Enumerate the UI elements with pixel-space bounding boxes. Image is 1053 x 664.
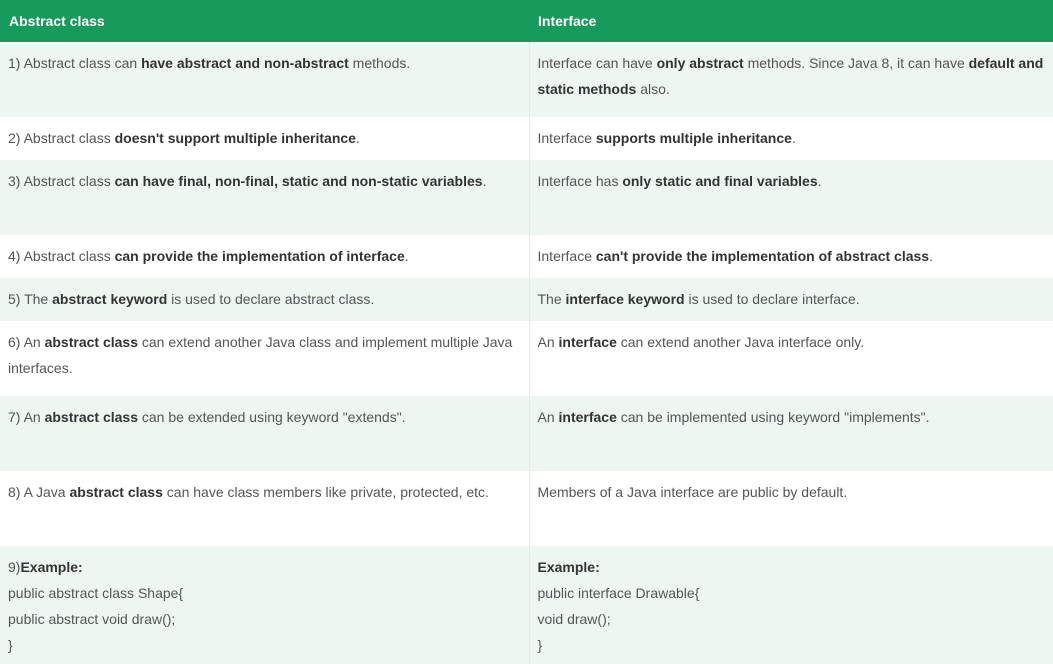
bold-text: abstract class xyxy=(44,334,138,350)
table-row: 8) A Java abstract class can have class … xyxy=(0,471,1053,546)
row-3-abstract-cell: 3) Abstract class can have final, non-fi… xyxy=(0,160,530,235)
bold-text: only static and final variables xyxy=(622,173,818,189)
interface-code-line: void draw(); xyxy=(537,611,611,627)
text: 2) Abstract class xyxy=(8,130,115,146)
text: can be extended using keyword "extends". xyxy=(138,409,406,425)
example-number: 9) xyxy=(8,559,21,575)
header-abstract-class: Abstract class xyxy=(0,0,529,42)
bold-text: have abstract and non-abstract xyxy=(141,55,349,71)
row-9-interface-cell: Example: public interface Drawable{ void… xyxy=(529,546,1053,664)
bold-text: only abstract xyxy=(656,55,744,71)
bold-text: can provide the implementation of interf… xyxy=(114,248,405,264)
row-7-abstract-cell: 7) An abstract class can be extended usi… xyxy=(0,396,530,471)
text: . xyxy=(791,130,796,146)
example-label: Example: xyxy=(20,559,83,575)
text: 7) An xyxy=(8,409,45,425)
table-row: 5) The abstract keyword is used to decla… xyxy=(0,278,1053,321)
row-2-interface-cell: Interface supports multiple inheritance. xyxy=(529,117,1053,160)
table-row: 9)Example: public abstract class Shape{ … xyxy=(0,546,1053,664)
bold-text: interface xyxy=(558,334,617,350)
text: 6) An xyxy=(8,334,45,350)
bold-text: interface xyxy=(558,409,617,425)
text: also. xyxy=(636,81,670,97)
row-9-abstract-cell: 9)Example: public abstract class Shape{ … xyxy=(0,546,530,664)
bold-text: abstract keyword xyxy=(52,291,168,307)
text: can be implemented using keyword "implem… xyxy=(616,409,930,425)
row-1-abstract-cell: 1) Abstract class can have abstract and … xyxy=(0,42,530,117)
text: Interface xyxy=(537,248,596,264)
bold-text: interface keyword xyxy=(565,291,685,307)
text: Interface can have xyxy=(537,55,657,71)
example-label: Example: xyxy=(537,559,600,575)
comparison-table: Abstract class Interface 1) Abstract cla… xyxy=(0,0,1053,664)
text: methods. Since Java 8, it can have xyxy=(743,55,969,71)
text: is used to declare interface. xyxy=(684,291,860,307)
text: . xyxy=(817,173,822,189)
text: 3) Abstract class xyxy=(8,173,115,189)
row-8-interface-cell: Members of a Java interface are public b… xyxy=(529,471,1053,546)
text: can have class members like private, pro… xyxy=(162,484,489,500)
abstract-code-line: public abstract class Shape{ xyxy=(8,585,184,601)
abstract-code-line: } xyxy=(8,637,13,653)
row-4-interface-cell: Interface can't provide the implementati… xyxy=(529,235,1053,278)
text: Interface has xyxy=(537,173,623,189)
bold-text: doesn't support multiple inheritance xyxy=(114,130,356,146)
row-2-abstract-cell: 2) Abstract class doesn't support multip… xyxy=(0,117,530,160)
header-interface: Interface xyxy=(529,0,1053,42)
row-4-abstract-cell: 4) Abstract class can provide the implem… xyxy=(0,235,530,278)
bold-text: can have final, non-final, static and no… xyxy=(114,173,483,189)
bold-text: abstract class xyxy=(44,409,138,425)
text: can extend another Java interface only. xyxy=(616,334,865,350)
row-7-interface-cell: An interface can be implemented using ke… xyxy=(529,396,1053,471)
table-row: 1) Abstract class can have abstract and … xyxy=(0,42,1053,117)
row-5-interface-cell: The interface keyword is used to declare… xyxy=(529,278,1053,321)
text: . xyxy=(355,130,360,146)
row-6-abstract-cell: 6) An abstract class can extend another … xyxy=(0,321,530,396)
interface-code-line: } xyxy=(537,637,543,653)
table-row: 4) Abstract class can provide the implem… xyxy=(0,235,1053,278)
interface-code-line: public interface Drawable{ xyxy=(537,585,700,601)
bold-text: supports multiple inheritance xyxy=(595,130,792,146)
row-6-interface-cell: An interface can extend another Java int… xyxy=(529,321,1053,396)
text: . xyxy=(404,248,409,264)
text: . xyxy=(929,248,933,264)
table-row: 6) An abstract class can extend another … xyxy=(0,321,1053,396)
text: 8) A Java xyxy=(8,484,70,500)
table-row: 3) Abstract class can have final, non-fi… xyxy=(0,160,1053,235)
abstract-code-line: public abstract void draw(); xyxy=(8,611,176,627)
text: 1) Abstract class can xyxy=(8,55,142,71)
text: An xyxy=(537,334,559,350)
row-5-abstract-cell: 5) The abstract keyword is used to decla… xyxy=(0,278,530,321)
text: 5) The xyxy=(8,291,53,307)
bold-text: can't provide the implementation of abst… xyxy=(595,248,930,264)
table-header-row: Abstract class Interface xyxy=(0,0,1053,42)
text: The xyxy=(537,291,566,307)
table-row: 7) An abstract class can be extended usi… xyxy=(0,396,1053,471)
text: An xyxy=(537,409,559,425)
text: Interface xyxy=(537,130,596,146)
text: methods. xyxy=(348,55,411,71)
table-row: 2) Abstract class doesn't support multip… xyxy=(0,117,1053,160)
text: 4) Abstract class xyxy=(8,248,115,264)
text: . xyxy=(482,173,487,189)
text: is used to declare abstract class. xyxy=(167,291,375,307)
row-1-interface-cell: Interface can have only abstract methods… xyxy=(529,42,1053,117)
text: Members of a Java interface are public b… xyxy=(537,484,848,500)
row-8-abstract-cell: 8) A Java abstract class can have class … xyxy=(0,471,530,546)
bold-text: abstract class xyxy=(69,484,163,500)
row-3-interface-cell: Interface has only static and final vari… xyxy=(529,160,1053,235)
